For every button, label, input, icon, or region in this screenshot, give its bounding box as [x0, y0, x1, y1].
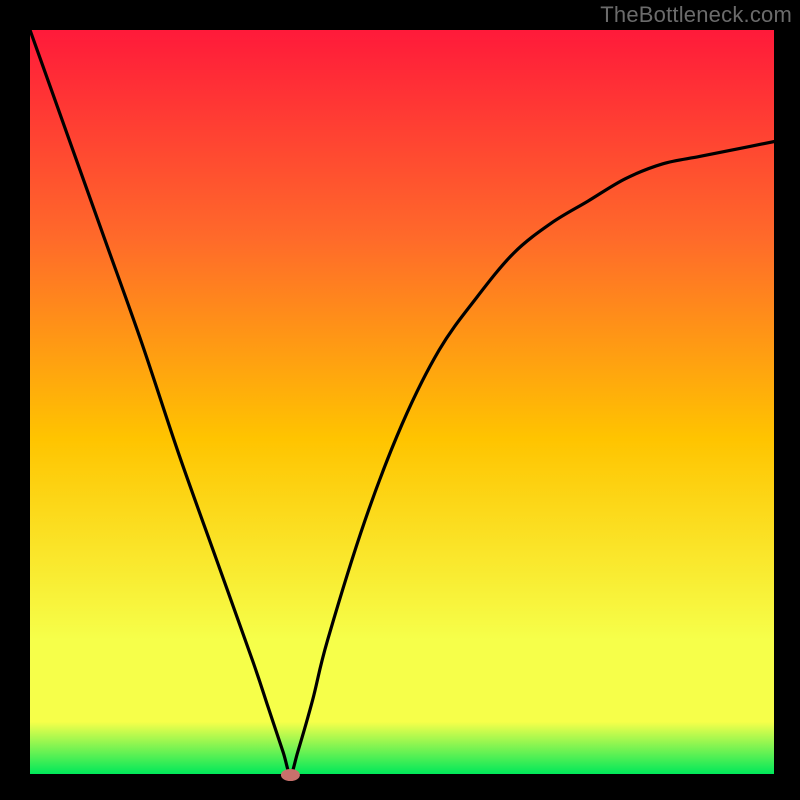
bottleneck-chart	[0, 0, 800, 800]
watermark-text: TheBottleneck.com	[600, 2, 792, 28]
plot-background	[30, 30, 774, 774]
chart-frame: TheBottleneck.com	[0, 0, 800, 800]
minimum-marker	[281, 770, 299, 781]
